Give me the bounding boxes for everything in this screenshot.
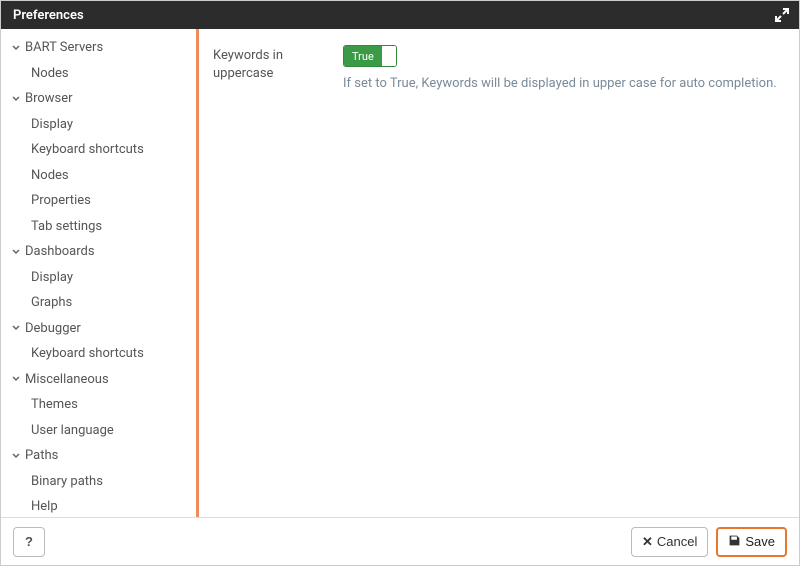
close-icon: ✕ [642, 534, 653, 550]
chevron-down-icon [11, 44, 21, 52]
cancel-label: Cancel [657, 534, 697, 549]
sidebar-section-miscellaneous[interactable]: Miscellaneous [1, 367, 196, 393]
sidebar-section-debugger[interactable]: Debugger [1, 316, 196, 342]
footer: ? ✕ Cancel Save [1, 517, 799, 565]
sidebar-item-display[interactable]: Display [1, 265, 196, 291]
sidebar-item-nodes[interactable]: Nodes [1, 61, 196, 87]
content-pane: Keywords in uppercase True If set to Tru… [196, 29, 799, 517]
sidebar-section-dashboards[interactable]: Dashboards [1, 239, 196, 265]
setting-keywords-uppercase: Keywords in uppercase True If set to Tru… [213, 45, 779, 93]
sidebar-item-keyboard-shortcuts[interactable]: Keyboard shortcuts [1, 341, 196, 367]
window-title: Preferences [13, 8, 84, 23]
chevron-down-icon [11, 324, 21, 332]
chevron-down-icon [11, 248, 21, 256]
sidebar-section-label: Miscellaneous [25, 370, 109, 390]
sidebar-section-label: BART Servers [25, 38, 103, 58]
setting-description: If set to True, Keywords will be display… [343, 75, 779, 93]
main-area: BART Servers Nodes Browser Display Keybo… [1, 29, 799, 517]
sidebar-item-display[interactable]: Display [1, 112, 196, 138]
sidebar-item-themes[interactable]: Themes [1, 392, 196, 418]
setting-label: Keywords in uppercase [213, 45, 343, 83]
save-label: Save [745, 534, 775, 549]
sidebar-item-help[interactable]: Help [1, 494, 196, 517]
chevron-down-icon [11, 452, 21, 460]
sidebar-section-paths[interactable]: Paths [1, 443, 196, 469]
help-icon: ? [25, 534, 33, 549]
help-button[interactable]: ? [13, 527, 45, 557]
cancel-button[interactable]: ✕ Cancel [631, 527, 708, 557]
sidebar-item-nodes[interactable]: Nodes [1, 163, 196, 189]
sidebar-item-graphs[interactable]: Graphs [1, 290, 196, 316]
sidebar-section-label: Dashboards [25, 242, 95, 262]
toggle-keywords-uppercase[interactable]: True [343, 45, 397, 67]
sidebar-section-browser[interactable]: Browser [1, 86, 196, 112]
chevron-down-icon [11, 95, 21, 103]
sidebar-item-tab-settings[interactable]: Tab settings [1, 214, 196, 240]
save-button[interactable]: Save [716, 527, 787, 557]
sidebar: BART Servers Nodes Browser Display Keybo… [1, 29, 197, 517]
toggle-handle [382, 46, 396, 66]
sidebar-item-keyboard-shortcuts[interactable]: Keyboard shortcuts [1, 137, 196, 163]
sidebar-section-label: Paths [25, 446, 58, 466]
sidebar-item-properties[interactable]: Properties [1, 188, 196, 214]
save-icon [728, 534, 741, 550]
expand-icon[interactable] [773, 6, 791, 24]
sidebar-section-bart-servers[interactable]: BART Servers [1, 35, 196, 61]
sidebar-section-label: Browser [25, 89, 73, 109]
toggle-value: True [344, 46, 382, 66]
titlebar: Preferences [1, 1, 799, 29]
sidebar-item-binary-paths[interactable]: Binary paths [1, 469, 196, 495]
sidebar-item-user-language[interactable]: User language [1, 418, 196, 444]
sidebar-section-label: Debugger [25, 319, 81, 339]
chevron-down-icon [11, 375, 21, 383]
